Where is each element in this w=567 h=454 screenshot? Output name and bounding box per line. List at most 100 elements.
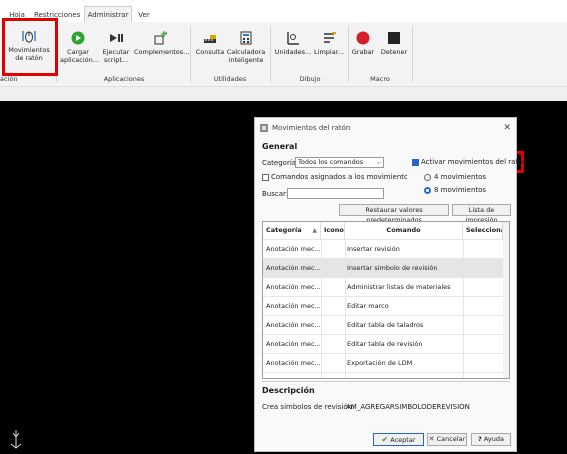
commands-table: Categoría ▲ Icono Comando Seleccionar An… (262, 221, 510, 379)
ribbon-separator (270, 26, 271, 82)
description-heading: Descripción (262, 386, 315, 395)
table-row[interactable]: Anotación mec... Insertar revisión (263, 239, 509, 258)
column-header-select[interactable]: Seleccionar (463, 222, 503, 239)
stop-icon (388, 32, 400, 44)
dialog-title: Movimientos del ratón (272, 124, 351, 132)
activate-checkbox[interactable] (412, 159, 419, 166)
close-icon[interactable]: ✕ (503, 118, 511, 138)
query-button[interactable]: Consulta (194, 30, 226, 56)
column-divider (345, 354, 346, 372)
column-divider (345, 259, 346, 277)
question-icon: ? (478, 435, 482, 443)
ribbon-separator (190, 26, 191, 82)
smart-calculator-button[interactable]: Calculadora inteligente (226, 30, 266, 64)
record-label: Grabar (351, 48, 375, 56)
column-divider (321, 316, 322, 334)
category-dropdown[interactable]: Todos los comandos ⌵ (295, 157, 384, 168)
category-label: Categoría: (262, 159, 299, 167)
run-script-button[interactable]: Ejecutar script... (99, 30, 133, 64)
column-divider (321, 335, 322, 353)
table-row[interactable]: Anotación mec... Exportación de LDM (263, 353, 509, 372)
load-application-button[interactable]: Cargar aplicación... (60, 30, 99, 64)
record-icon (356, 31, 370, 45)
column-divider (463, 316, 464, 334)
column-divider (345, 373, 346, 378)
check-icon: ✔ (381, 435, 389, 444)
column-divider (463, 335, 464, 353)
group-label-applications: Aplicaciones (103, 75, 145, 83)
row-command: Editar marco (347, 302, 389, 310)
row-category: Anotación mec... (266, 283, 320, 291)
table-row[interactable]: Anotación mec... Administrar listas de ma… (263, 277, 509, 296)
table-row[interactable]: Anotación mec... Editar tabla de revisión (263, 334, 509, 353)
column-header-category[interactable]: Categoría ▲ (263, 222, 321, 239)
purge-icon (324, 32, 336, 43)
activate-label: Activar movimientos del ratón (421, 158, 527, 166)
table-row[interactable]: Anotación mec... Marco de control de oper… (263, 372, 509, 378)
help-button[interactable]: ? Ayuda (471, 433, 511, 446)
print-list-button[interactable]: Lista de impresión (452, 204, 511, 224)
column-header-command[interactable]: Comando (345, 222, 463, 239)
mouse-moves-button[interactable]: Movimientos de ratón (4, 28, 54, 62)
cancel-x-icon: ✕ (428, 435, 435, 443)
row-category: Anotación mec... (266, 359, 320, 367)
column-divider (321, 240, 322, 258)
mouse-gesture-icon (22, 31, 36, 43)
units-button[interactable]: Unidades... (274, 30, 312, 56)
assigned-commands-label: Comandos asignados a los movimientos del… (271, 173, 407, 181)
group-label-drawing: Dibujo (299, 75, 321, 83)
row-category: Anotación mec... (266, 245, 320, 253)
cancel-button[interactable]: ✕ Cancelar (427, 433, 467, 446)
run-script-label: Ejecutar script... (102, 48, 130, 64)
record-button[interactable]: Grabar (350, 30, 376, 56)
load-application-label: Cargar aplicación... (60, 48, 99, 64)
units-label: Unidades... (274, 48, 312, 56)
radio-4-moves[interactable] (424, 174, 431, 181)
assigned-commands-checkbox[interactable] (262, 174, 269, 181)
tab-ver[interactable]: Ver (135, 8, 153, 22)
run-script-icon (110, 34, 123, 42)
ok-button[interactable]: ✔ Aceptar (373, 433, 424, 446)
tab-hoja[interactable]: Hoja (6, 8, 28, 22)
description-label: Crea símbolos de revisión: (262, 403, 355, 411)
column-divider (321, 354, 322, 372)
smart-calculator-label: Calculadora inteligente (226, 48, 266, 64)
column-header-icon[interactable]: Icono (321, 222, 345, 239)
quick-strip (0, 86, 567, 101)
units-icon (287, 32, 299, 45)
stop-button[interactable]: Detener (379, 30, 409, 56)
tab-administrar[interactable]: Administrar (84, 6, 132, 23)
ribbon-separator (56, 26, 57, 82)
purge-button[interactable]: Limpiar... (312, 30, 346, 56)
group-label-utilities: Utilidades (213, 75, 247, 83)
table-scrollbar[interactable] (503, 222, 509, 378)
addins-label: Complementos... (134, 48, 190, 56)
column-divider (463, 297, 464, 315)
column-divider (345, 240, 346, 258)
table-row[interactable]: Anotación mec... Editar marco (263, 296, 509, 315)
table-row[interactable]: Anotación mec... Editar tabla de taladros (263, 315, 509, 334)
radio-8-label: 8 movimientos (434, 186, 487, 194)
radio-4-label: 4 movimientos (434, 173, 487, 181)
column-divider (463, 259, 464, 277)
search-input[interactable] (287, 188, 384, 199)
dialog-titlebar: Movimientos del ratón ✕ (255, 118, 516, 138)
row-category: Anotación mec... (266, 321, 320, 329)
tab-restricciones[interactable]: Restricciones (34, 8, 80, 22)
help-label: Ayuda (483, 435, 504, 443)
column-divider (345, 335, 346, 353)
column-divider (463, 240, 464, 258)
restore-defaults-button[interactable]: Restaurar valores predeterminados (339, 204, 449, 224)
row-category: Anotación mec... (266, 264, 320, 272)
row-command: Editar tabla de revisión (347, 340, 423, 348)
addins-button[interactable]: Complementos... (134, 30, 190, 56)
description-value: AM_AGREGARSIMBOLODEREVISION (346, 403, 470, 411)
row-command: Exportación de LDM (347, 359, 413, 367)
table-row[interactable]: Anotación mec... Insertar símbolo de revi… (263, 258, 509, 277)
mouse-moves-label: Movimientos de ratón (8, 46, 50, 62)
search-label: Buscar: (262, 190, 289, 198)
radio-8-moves[interactable] (424, 187, 431, 194)
purge-label: Limpiar... (314, 48, 344, 56)
row-command: Editar tabla de taladros (347, 321, 424, 329)
general-heading: General (262, 142, 298, 151)
